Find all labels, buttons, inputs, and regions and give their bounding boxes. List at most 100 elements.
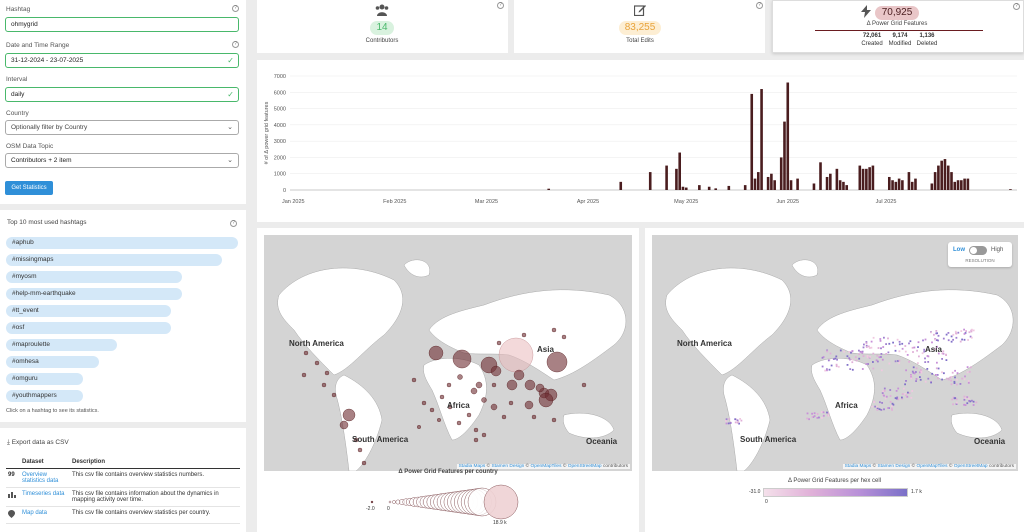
country-bubble[interactable] xyxy=(416,424,421,429)
features-help-icon[interactable]: ? xyxy=(1013,3,1020,10)
hex-cell xyxy=(911,346,914,349)
country-bubble[interactable] xyxy=(546,351,568,373)
country-bubble[interactable] xyxy=(481,397,487,403)
hex-cell xyxy=(926,368,929,370)
country-bubble[interactable] xyxy=(551,417,557,423)
country-bubble[interactable] xyxy=(490,403,498,411)
country-bubble[interactable] xyxy=(466,412,472,418)
contributors-help-icon[interactable]: ? xyxy=(497,2,504,9)
country-bubble[interactable] xyxy=(490,365,502,377)
hex-cell xyxy=(898,359,901,362)
hashtag-item[interactable]: #aphub xyxy=(6,237,238,249)
hashtag-item[interactable]: #tt_event xyxy=(6,305,171,317)
hashtag-item[interactable]: #omhesa xyxy=(6,356,99,368)
country-bubble[interactable] xyxy=(411,377,417,383)
country-bubble[interactable] xyxy=(491,382,497,388)
country-bubble[interactable] xyxy=(361,460,367,466)
dataset-link[interactable]: Timeseries data xyxy=(20,488,70,507)
country-bubble[interactable] xyxy=(496,340,502,346)
country-map[interactable]: North America South America Africa Asia … xyxy=(264,235,632,471)
hashtag-item[interactable]: #missingmaps xyxy=(6,254,222,266)
bar xyxy=(865,168,868,190)
country-bubble[interactable] xyxy=(446,382,452,388)
get-statistics-button[interactable]: Get Statistics xyxy=(5,181,53,195)
hex-cell xyxy=(941,378,943,381)
hashtag-item[interactable]: #maproulette xyxy=(6,339,118,351)
country-bubble[interactable] xyxy=(470,387,478,395)
country-bubble[interactable] xyxy=(561,334,567,340)
date-help-icon[interactable]: ? xyxy=(232,41,239,48)
country-bubble[interactable] xyxy=(581,382,587,388)
hex-map[interactable]: Low High RESOLUTION North America South … xyxy=(652,235,1018,471)
country-bubble[interactable] xyxy=(473,427,479,433)
country-bubble[interactable] xyxy=(475,381,483,389)
hex-cell xyxy=(910,396,913,399)
country-bubble[interactable] xyxy=(535,383,545,393)
interval-select[interactable]: daily ✓ xyxy=(5,87,239,102)
country-bubble[interactable] xyxy=(301,372,307,378)
country-bubble[interactable] xyxy=(473,437,479,443)
country-bubble[interactable] xyxy=(342,408,356,422)
country-bubble[interactable] xyxy=(506,379,518,391)
country-bubble[interactable] xyxy=(324,370,330,376)
country-bubble[interactable] xyxy=(531,414,537,420)
hashtag-item[interactable]: #help-mm-earthquake xyxy=(6,288,183,300)
toggle-switch[interactable] xyxy=(969,246,987,255)
bar xyxy=(835,168,839,190)
country-bubble[interactable] xyxy=(303,350,309,356)
hashtags-help-icon[interactable]: ? xyxy=(230,220,237,227)
attribution-link[interactable]: OpenMapTiles xyxy=(916,464,947,469)
country-bubble[interactable] xyxy=(551,327,557,333)
country-bubble[interactable] xyxy=(357,447,363,453)
country-bubble[interactable] xyxy=(524,400,534,410)
dataset-link[interactable]: Overview statistics data xyxy=(20,469,70,488)
edits-help-icon[interactable]: ? xyxy=(756,2,763,9)
country-bubble[interactable] xyxy=(439,394,445,400)
topic-select[interactable]: Contributors + 2 item ⌄ xyxy=(5,153,239,168)
country-bubble[interactable] xyxy=(508,400,514,406)
hashtag-help-icon[interactable]: ? xyxy=(232,5,239,12)
country-bubble[interactable] xyxy=(421,400,427,406)
country-bubble[interactable] xyxy=(524,379,536,391)
attribution-link[interactable]: Stadia Maps xyxy=(845,464,872,469)
hashtag-item[interactable]: #osf xyxy=(6,322,171,334)
country-bubble[interactable] xyxy=(436,417,441,422)
country-select[interactable]: Optionally filter by Country ⌄ xyxy=(5,120,239,135)
country-bubble[interactable] xyxy=(339,420,349,430)
country-bubble[interactable] xyxy=(457,374,463,380)
hex-cell xyxy=(955,401,958,404)
country-bubble[interactable] xyxy=(481,432,487,438)
hashtag-input[interactable]: ohmygrid xyxy=(5,17,239,32)
country-bubble[interactable] xyxy=(498,337,534,373)
hex-cell xyxy=(963,328,965,331)
date-range-input[interactable]: 31-12-2024 - 23-07-2025 ✓ xyxy=(5,53,239,68)
country-bubble[interactable] xyxy=(428,345,444,361)
country-bubble[interactable] xyxy=(513,369,525,381)
attribution-link[interactable]: Stamen Design xyxy=(877,464,910,469)
dataset-link[interactable]: Map data xyxy=(20,507,70,524)
hex-cell xyxy=(898,340,901,343)
country-bubble[interactable] xyxy=(321,382,327,388)
hashtag-item[interactable]: #youthmappers xyxy=(6,390,83,402)
legend-circle xyxy=(392,500,396,504)
table-row: Timeseries data This csv file contains i… xyxy=(6,488,240,507)
hashtag-item[interactable]: #myosm xyxy=(6,271,183,283)
hex-cell xyxy=(924,357,926,360)
country-bubble[interactable] xyxy=(452,349,472,369)
country-bubble[interactable] xyxy=(314,360,320,366)
hex-cell xyxy=(862,346,865,349)
hex-cell xyxy=(889,400,892,403)
legend-min: -31.0 xyxy=(749,489,761,495)
hex-cell xyxy=(862,355,865,357)
country-bubble[interactable] xyxy=(429,407,435,413)
country-bubble[interactable] xyxy=(521,332,527,338)
country-bubble[interactable] xyxy=(501,414,507,420)
resolution-toggle[interactable]: Low High RESOLUTION xyxy=(948,242,1012,267)
y-tick-label: 5000 xyxy=(274,107,286,113)
hashtag-item[interactable]: #omguru xyxy=(6,373,83,385)
attribution-link[interactable]: OpenStreetMap xyxy=(954,464,988,469)
country-bubble[interactable] xyxy=(456,420,462,426)
country-bubble[interactable] xyxy=(538,392,554,408)
country-bubble[interactable] xyxy=(331,392,337,398)
map-label: Asia xyxy=(925,345,942,354)
